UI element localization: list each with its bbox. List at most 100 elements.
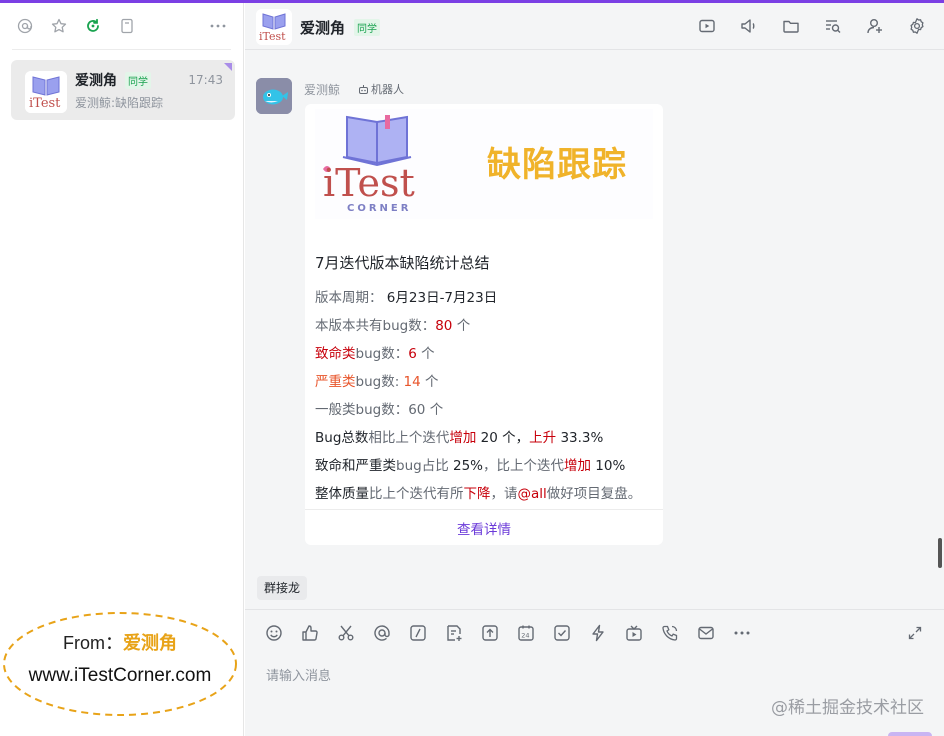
announce-icon[interactable] [739, 16, 759, 36]
view-details-button[interactable]: 查看详情 [305, 518, 663, 538]
fatal-value: 6 [408, 346, 417, 362]
trend-percent: 33.3% [556, 430, 604, 446]
call-icon[interactable] [660, 623, 680, 643]
quality-decline: 下降 [463, 486, 491, 502]
quality-compare: 比上个迭代有所 [369, 486, 464, 502]
ratio-line: 致命和严重类bug占比 25%，比上个迭代增加 10% [315, 454, 625, 474]
period-label: 版本周期： [315, 290, 383, 306]
chat-scrollbar[interactable] [938, 538, 942, 568]
screen-share-icon[interactable] [697, 16, 717, 36]
ratio-subject: 致命和严重类 [315, 458, 396, 474]
quality-line: 整体质量比上个迭代有所下降，请@all做好项目复盘。 [315, 482, 641, 502]
total-value: 80 [435, 318, 453, 334]
chat-pane: iTest 爱测角 同学 爱测鲸 机器人 iTest CORNER 缺陷跟踪 7… [245, 3, 944, 736]
watermark-from: From：爱测角 [2, 629, 238, 655]
watermark-ellipse [3, 612, 237, 716]
banner-logo-sub: CORNER [347, 203, 412, 214]
task-icon[interactable] [552, 623, 572, 643]
trend-increase: 增加 [449, 430, 477, 446]
mail-icon[interactable] [696, 623, 716, 643]
card-title: 7月迭代版本缺陷统计总结 [315, 254, 490, 272]
watermark-url: www.iTestCorner.com [28, 665, 212, 686]
svg-text:24: 24 [521, 632, 529, 640]
period-value: 6月23日-7月23日 [386, 290, 498, 306]
fatal-label-suffix: bug数： [355, 346, 409, 362]
banner-logo-text: iTest [323, 161, 415, 205]
message-input[interactable]: 请输入消息 [266, 665, 331, 684]
refresh-icon[interactable] [84, 17, 102, 35]
juejin-watermark: @稀土掘金技术社区 [771, 698, 924, 718]
chat-title[interactable]: 爱测角 [300, 17, 345, 38]
more-icon[interactable] [209, 17, 227, 35]
quality-action: 做好项目复盘。 [546, 486, 642, 502]
normal-line: 一般类bug数：60 个 [315, 398, 443, 418]
slash-command-icon[interactable] [408, 623, 428, 643]
sidebar-divider [12, 49, 231, 50]
conversation-item[interactable]: iTest 爱测角 同学 17:43 爱测鲸:缺陷跟踪 [11, 60, 235, 120]
conversation-name: 爱测角 [75, 73, 117, 89]
calendar-icon[interactable]: 24 [516, 623, 536, 643]
bot-avatar[interactable] [256, 78, 292, 114]
add-member-icon[interactable] [865, 16, 885, 36]
ratio-value: 25% [453, 458, 484, 474]
card-divider [305, 509, 663, 510]
banner-title: 缺陷跟踪 [487, 145, 627, 185]
search-history-icon[interactable] [823, 16, 843, 36]
more-tools-icon[interactable] [732, 623, 752, 643]
ratio-compare: ，比上个迭代 [483, 458, 565, 474]
ratio-label: bug占比 [396, 458, 453, 474]
send-button[interactable] [888, 732, 932, 736]
watermark-from-label: From： [63, 633, 123, 653]
live-icon[interactable] [624, 623, 644, 643]
quality-subject: 整体质量 [315, 486, 369, 502]
card-banner: iTest CORNER 缺陷跟踪 [315, 109, 653, 219]
bookmark-icon[interactable] [118, 17, 136, 35]
fatal-line: 致命类bug数：6 个 [315, 342, 435, 362]
total-label: 本版本共有bug数： [315, 318, 436, 334]
svg-text:iTest: iTest [259, 30, 286, 43]
trend-count: 20 个， [476, 430, 530, 446]
thumbs-up-icon[interactable] [300, 623, 320, 643]
message-sender[interactable]: 爱测鲸 [304, 81, 340, 98]
upload-icon[interactable] [480, 623, 500, 643]
bot-badge: 机器人 [358, 81, 404, 97]
mention-all[interactable]: @all [518, 486, 547, 502]
period-line: 版本周期： 6月23日-7月23日 [315, 286, 497, 306]
quality-please: ，请 [490, 486, 518, 502]
unread-flag [224, 63, 232, 71]
trend-line: Bug总数相比上个迭代增加 20 个，上升 33.3% [315, 426, 603, 446]
flash-icon[interactable] [588, 623, 608, 643]
chat-tag: 同学 [354, 19, 380, 36]
group-avatar: iTest [25, 71, 67, 113]
total-unit: 个 [456, 318, 471, 334]
group-solitaire-chip[interactable]: 群接龙 [257, 576, 308, 600]
new-doc-icon[interactable] [444, 623, 464, 643]
at-icon[interactable] [16, 17, 34, 35]
conversation-tag: 同学 [125, 72, 151, 89]
svg-text:iTest: iTest [29, 96, 61, 111]
ratio-delta: 10% [591, 458, 626, 474]
normal-value: 60 [408, 402, 426, 418]
folder-icon[interactable] [781, 16, 801, 36]
fatal-label: 致命类 [315, 346, 356, 362]
trend-compare: 相比上个迭代 [368, 430, 450, 446]
bot-label: 机器人 [371, 83, 404, 96]
severe-line: 严重类bug数: 14 个 [315, 370, 439, 390]
trend-rise: 上升 [529, 430, 557, 446]
mention-icon[interactable] [372, 623, 392, 643]
robot-icon [359, 84, 368, 94]
conversation-sidebar: iTest 爱测角 同学 17:43 爱测鲸:缺陷跟踪 From：爱测角 www… [0, 3, 244, 736]
severe-value: 14 [403, 374, 421, 390]
conversation-preview: 爱测鲸:缺陷跟踪 [75, 96, 164, 110]
settings-icon[interactable] [907, 16, 927, 36]
expand-icon[interactable] [905, 623, 925, 643]
severe-unit: 个 [425, 374, 439, 390]
severe-label-suffix: bug数: [355, 374, 404, 390]
scissors-icon[interactable] [336, 623, 356, 643]
watermark-from-name: 爱测角 [123, 633, 177, 653]
normal-unit: 个 [429, 402, 444, 418]
emoji-icon[interactable] [264, 623, 284, 643]
sidebar-toolbar [0, 3, 243, 49]
chat-avatar[interactable]: iTest [256, 9, 292, 45]
star-icon[interactable] [50, 17, 68, 35]
